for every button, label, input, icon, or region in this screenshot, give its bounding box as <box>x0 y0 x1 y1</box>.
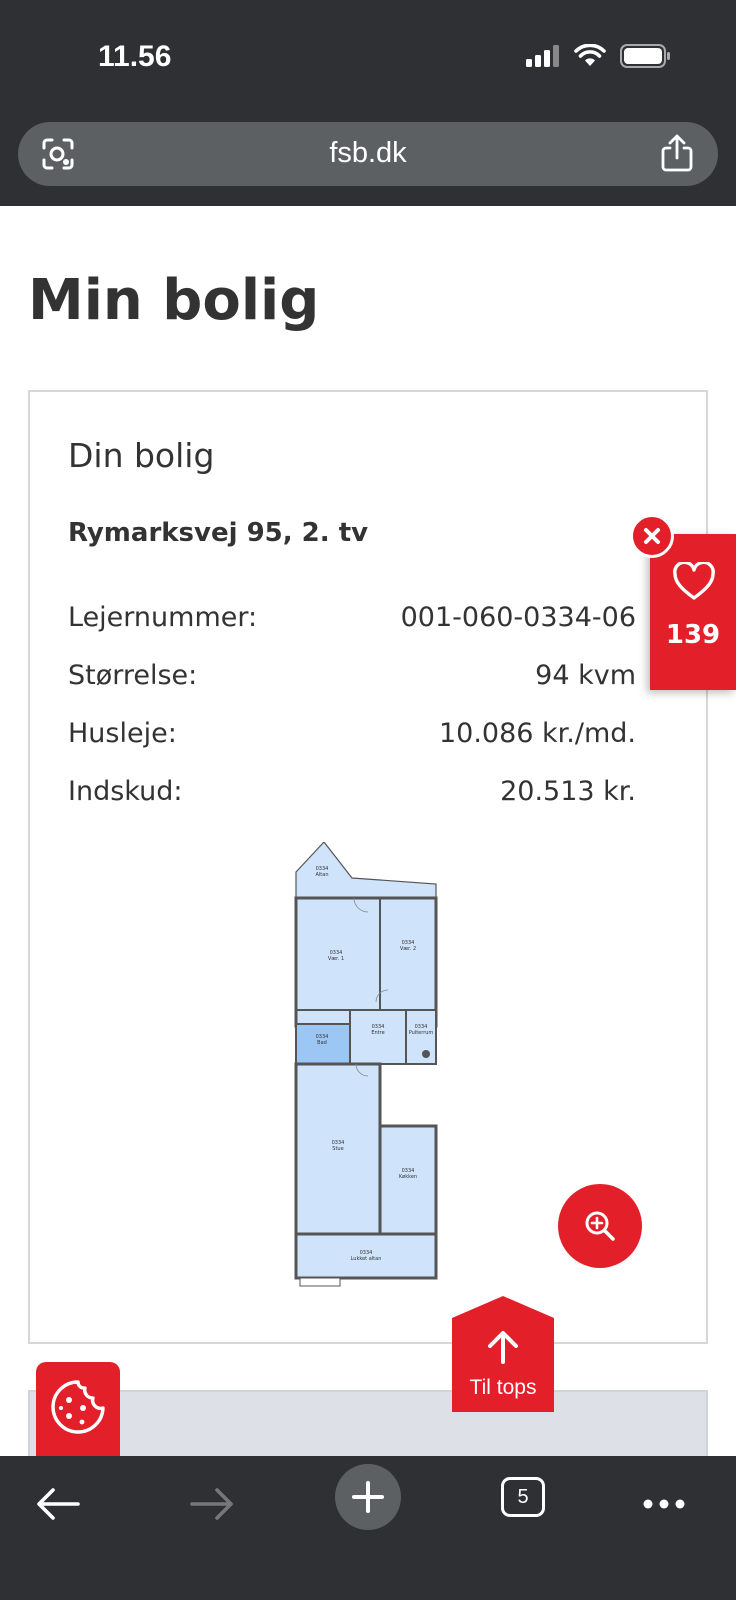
forward-button[interactable] <box>172 1472 252 1536</box>
more-icon <box>643 1499 685 1509</box>
info-row-rent: Husleje: 10.086 kr./md. <box>68 718 636 749</box>
zoom-in-icon <box>585 1211 615 1241</box>
apartment-address: Rymarksvej 95, 2. tv <box>68 518 369 548</box>
back-button[interactable] <box>18 1472 98 1536</box>
address-bar[interactable]: fsb.dk <box>18 122 718 186</box>
to-top-label: Til tops <box>469 1376 537 1399</box>
back-to-top-button[interactable]: Til tops <box>452 1296 554 1412</box>
zoom-floorplan-button[interactable] <box>558 1184 642 1268</box>
close-icon <box>644 528 660 544</box>
info-label: Husleje: <box>68 718 177 749</box>
info-row-tenant-number: Lejernummer: 001-060-0334-06 <box>68 602 636 633</box>
room-label: Lukket altan <box>351 1256 382 1262</box>
room-label: Vær. 1 <box>328 956 344 962</box>
info-value: 001-060-0334-06 <box>400 602 636 633</box>
heart-icon <box>673 562 715 600</box>
page-title: Min bolig <box>28 268 320 333</box>
wifi-icon <box>574 44 606 66</box>
room-label: Pulterrum <box>409 1030 434 1036</box>
browser-bottom-toolbar: 5 <box>0 1456 736 1600</box>
tab-switcher-button[interactable]: 5 <box>501 1477 545 1517</box>
card-title: Din bolig <box>68 436 215 475</box>
info-label: Indskud: <box>68 776 183 807</box>
battery-icon <box>620 44 670 68</box>
room-label: Entre <box>371 1030 384 1036</box>
info-value: 10.086 kr./md. <box>438 718 636 749</box>
favorites-tab[interactable]: 139 <box>650 534 736 690</box>
cookie-icon <box>51 1380 105 1434</box>
close-favorites-button[interactable] <box>630 514 674 558</box>
more-menu-button[interactable] <box>624 1472 704 1536</box>
arrow-up-icon <box>488 1331 518 1364</box>
status-time: 11.56 <box>98 40 172 73</box>
info-value: 20.513 kr. <box>500 776 636 807</box>
info-row-size: Størrelse: 94 kvm <box>68 660 636 691</box>
room-label: Bad <box>317 1040 327 1046</box>
info-label: Lejernummer: <box>68 602 258 633</box>
room-label: Køkken <box>399 1174 417 1180</box>
favorites-count: 139 <box>665 620 721 650</box>
info-row-deposit: Indskud: 20.513 kr. <box>68 776 636 807</box>
url-text[interactable]: fsb.dk <box>18 137 718 170</box>
new-tab-button[interactable] <box>335 1464 401 1530</box>
signal-icon <box>526 45 559 67</box>
status-icons <box>526 44 672 68</box>
room-label: Stue <box>332 1146 343 1152</box>
room-label: Vær. 2 <box>400 946 416 952</box>
info-label: Størrelse: <box>68 660 198 691</box>
back-icon <box>37 1488 80 1520</box>
browser-top-chrome: 11.56 fsb.dk <box>0 0 736 206</box>
room-label: Altan <box>315 872 328 878</box>
info-value: 94 kvm <box>535 660 636 691</box>
forward-icon <box>190 1488 233 1520</box>
plus-icon <box>352 1481 384 1513</box>
share-icon[interactable] <box>660 134 694 172</box>
floor-plan-image: 0334Altan 0334Vær. 1 0334Vær. 2 0334Bad … <box>294 842 438 1287</box>
